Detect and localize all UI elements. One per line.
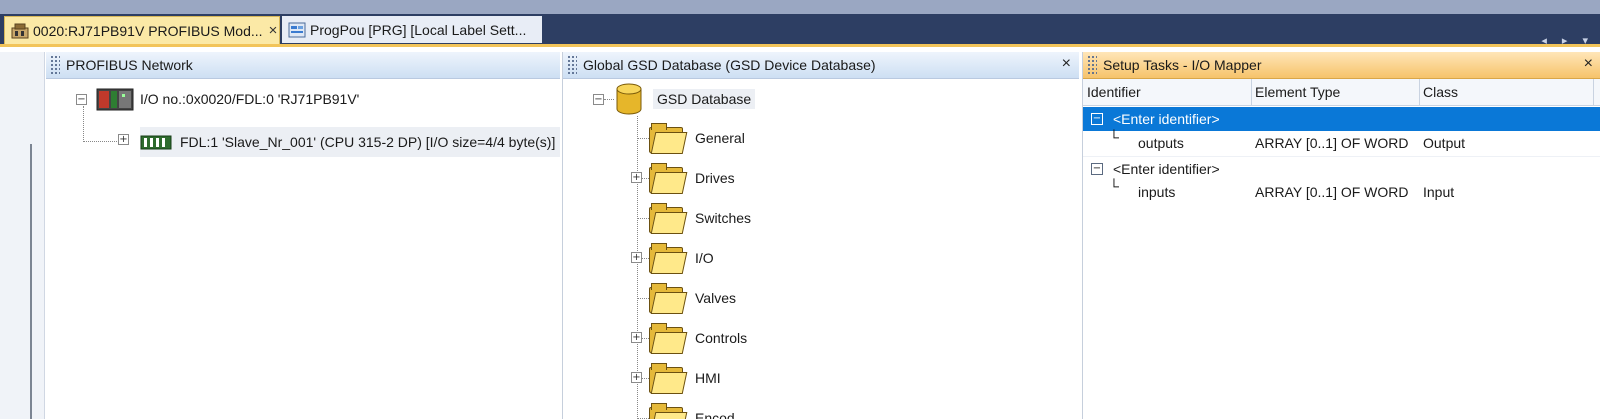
folder-icon (647, 403, 688, 419)
folder-node-drives[interactable]: Drives (647, 162, 735, 194)
folder-icon (647, 243, 688, 274)
tab-close-icon[interactable]: × (269, 22, 278, 39)
column-header-row: Identifier Element Type Class (1083, 79, 1600, 106)
module-icon (11, 23, 29, 38)
tab-label: ProgPou [PRG] [Local Label Sett... (310, 21, 527, 38)
identifier-cell: inputs (1138, 184, 1176, 200)
tab-scroll-icon[interactable]: ◂ ▸ ▾ (1541, 34, 1594, 47)
master-node-label: I/O no.:0x0020/FDL:0 'RJ71PB91V' (140, 91, 360, 107)
tree-line (604, 99, 614, 100)
folder-node-switches[interactable]: Switches (647, 202, 751, 234)
slave-node-label: FDL:1 'Slave_Nr_001' (CPU 315-2 DP) [I/O… (180, 134, 556, 150)
class-cell: Input (1423, 184, 1455, 200)
grip-icon[interactable] (1087, 55, 1097, 75)
folder-icon (647, 283, 688, 314)
identifier-placeholder[interactable]: <Enter identifier> (1113, 107, 1220, 131)
master-node[interactable]: I/O no.:0x0020/FDL:0 'RJ71PB91V' (96, 86, 359, 112)
program-icon (288, 22, 306, 37)
class-cell: Output (1423, 135, 1466, 151)
folder-label: Valves (695, 290, 736, 306)
expand-icon[interactable]: + (631, 372, 642, 383)
collapse-icon[interactable]: − (593, 94, 604, 105)
folder-node-controls[interactable]: Controls (647, 322, 747, 354)
panel-header: PROFIBUS Network (46, 52, 560, 79)
folder-label: Encod (695, 410, 735, 419)
plc-master-icon (96, 88, 134, 111)
column-header-class[interactable]: Class (1419, 79, 1594, 105)
expand-icon[interactable]: + (631, 172, 642, 183)
panel-title: Setup Tasks - I/O Mapper (1103, 57, 1262, 73)
group-row-inputs[interactable]: − <Enter identifier> (1083, 156, 1600, 181)
title-strip (0, 0, 1600, 14)
close-icon[interactable]: × (1062, 55, 1071, 73)
collapse-icon[interactable]: − (1091, 113, 1103, 125)
column-header-element-type[interactable]: Element Type (1251, 79, 1420, 105)
folder-icon (647, 123, 688, 154)
folder-node-valves[interactable]: Valves (647, 282, 736, 314)
grip-icon[interactable] (50, 55, 60, 75)
panel-title: PROFIBUS Network (66, 57, 193, 73)
expand-icon[interactable]: + (118, 134, 129, 145)
tab-profibus-module[interactable]: 0020:RJ71PB91V PROFIBUS Mod... × (4, 16, 280, 44)
splitter[interactable] (30, 144, 32, 419)
folder-label: HMI (695, 370, 721, 386)
tree-line (83, 141, 123, 142)
io-mapper-panel: Setup Tasks - I/O Mapper × Identifier El… (1082, 52, 1600, 419)
panel-title: Global GSD Database (GSD Device Database… (583, 57, 876, 73)
identifier-placeholder[interactable]: <Enter identifier> (1113, 157, 1220, 181)
folder-node-encod[interactable]: Encod (647, 402, 735, 419)
column-header-identifier[interactable]: Identifier (1083, 79, 1252, 105)
element-type-cell: ARRAY [0..1] OF WORD (1255, 184, 1409, 200)
gsd-database-panel: Global GSD Database (GSD Device Database… (562, 52, 1079, 419)
database-icon (616, 83, 642, 115)
grip-icon[interactable] (567, 55, 577, 75)
expand-icon[interactable]: + (631, 332, 642, 343)
close-icon[interactable]: × (1584, 55, 1593, 73)
folder-icon (647, 163, 688, 194)
tree-line (83, 106, 84, 142)
panel-header: Global GSD Database (GSD Device Database… (563, 52, 1079, 79)
folder-icon (647, 323, 688, 354)
folder-node-i-o[interactable]: I/O (647, 242, 714, 274)
folder-label: General (695, 130, 745, 146)
table-row[interactable]: └ inputs ARRAY [0..1] OF WORD Input (1083, 178, 1600, 204)
folder-icon (647, 363, 688, 394)
tree-branch-icon: └ (1109, 178, 1119, 194)
expand-icon[interactable]: + (631, 252, 642, 263)
folder-icon (647, 203, 688, 234)
folder-label: Drives (695, 170, 735, 186)
folder-node-general[interactable]: General (647, 122, 745, 154)
element-type-cell: ARRAY [0..1] OF WORD (1255, 135, 1409, 151)
group-row-outputs[interactable]: − <Enter identifier> (1083, 107, 1600, 131)
document-tab-bar: 0020:RJ71PB91V PROFIBUS Mod... × ProgPou… (0, 14, 1600, 47)
left-dock-gutter (0, 52, 45, 419)
slave-device-icon (140, 135, 172, 150)
panel-header: Setup Tasks - I/O Mapper × (1083, 52, 1600, 79)
collapse-icon[interactable]: − (76, 94, 87, 105)
collapse-icon[interactable]: − (1091, 163, 1103, 175)
gsd-root-label: GSD Database (653, 89, 756, 109)
gsd-root-node[interactable]: GSD Database (615, 82, 756, 116)
tree-branch-icon: └ (1109, 129, 1119, 145)
folder-label: Switches (695, 210, 752, 226)
folder-label: I/O (695, 250, 714, 266)
tab-progpou[interactable]: ProgPou [PRG] [Local Label Sett... (282, 16, 542, 43)
table-row[interactable]: └ outputs ARRAY [0..1] OF WORD Output (1083, 129, 1600, 155)
tab-label: 0020:RJ71PB91V PROFIBUS Mod... (33, 22, 263, 39)
identifier-cell: outputs (1138, 135, 1184, 151)
profibus-network-panel: PROFIBUS Network − I/O no.:0x0020/FDL:0 … (46, 52, 560, 419)
folder-node-hmi[interactable]: HMI (647, 362, 721, 394)
folder-label: Controls (695, 330, 748, 346)
slave-node[interactable]: FDL:1 'Slave_Nr_001' (CPU 315-2 DP) [I/O… (140, 127, 560, 157)
